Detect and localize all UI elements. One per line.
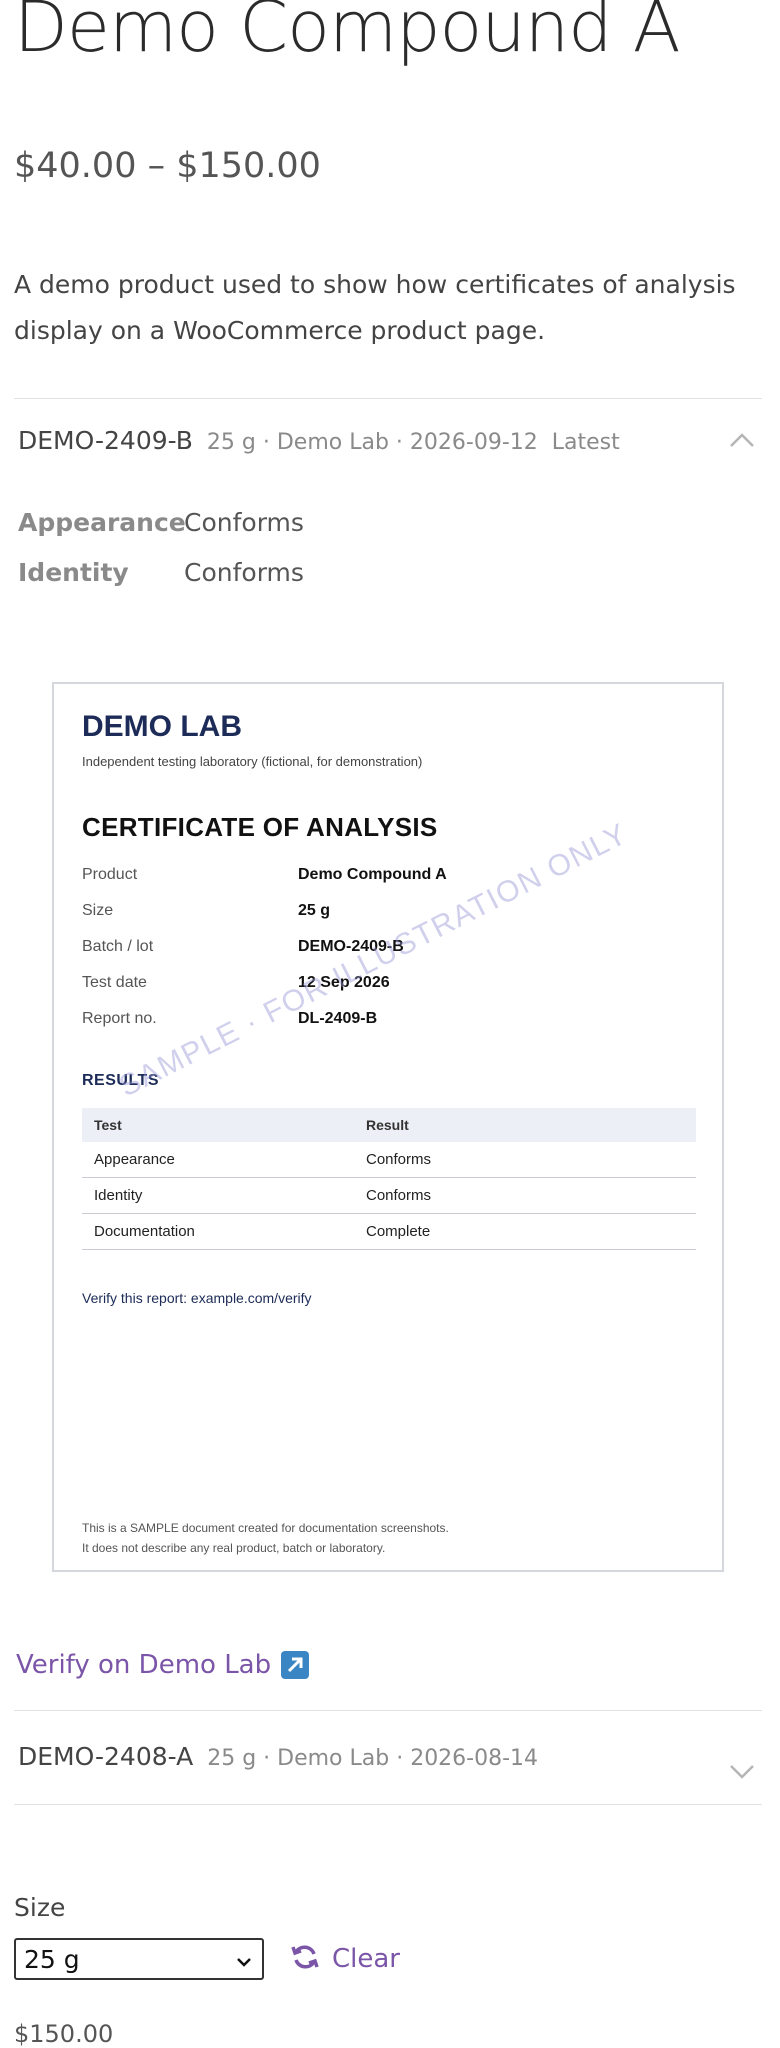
cert-table-row: Appearance Conforms [82,1142,696,1178]
cert-footer-line: This is a SAMPLE document created for do… [82,1521,449,1535]
certificate-preview[interactable]: DEMO LAB Independent testing laboratory … [52,682,724,1572]
cert-title: CERTIFICATE OF ANALYSIS [82,812,438,842]
result-value: Conforms [184,558,304,587]
cert-table-header-cell: Result [366,1117,409,1133]
result-row: Appearance Conforms [18,508,304,537]
cert-table-header-cell: Test [94,1117,122,1133]
batch-accordion-header[interactable]: DEMO-2409-B 25 g · Demo Lab · 2026-09-12… [18,426,620,466]
chevron-up-icon[interactable] [728,426,756,454]
cert-lab-subtitle: Independent testing laboratory (fictiona… [82,754,423,769]
result-label: Appearance [18,508,186,537]
cert-results-table: Test Result Appearance Conforms Identity… [82,1108,696,1250]
clear-label: Clear [332,1944,400,1974]
chevron-down-icon[interactable] [728,1758,756,1786]
batch-meta: 25 g · Demo Lab · 2026-08-14 [207,1746,539,1771]
cert-field: Product Demo Compound A [82,866,447,884]
cert-verify-text: Verify this report: example.com/verify [82,1290,312,1306]
batch-meta: 25 g · Demo Lab · 2026-09-12 [206,430,538,455]
result-value: Conforms [184,508,304,537]
cert-field: Size 25 g [82,902,330,920]
cert-table-cell: Identity [94,1187,143,1204]
cert-field-label: Size [82,902,114,919]
cert-field-label: Batch / lot [82,938,154,955]
refresh-icon [290,1942,320,1976]
product-page: Demo Compound A $40.00 – $150.00 A demo … [0,0,780,2048]
variation-price: $150.00 [14,2020,114,2048]
cert-table-cell: Appearance [94,1151,175,1168]
cert-table-cell: Conforms [366,1151,432,1168]
cert-footer-line: It does not describe any real product, b… [82,1541,386,1555]
cert-field-label: Test date [82,974,147,991]
cert-table-cell: Conforms [366,1187,432,1204]
latest-badge: Latest [551,430,620,455]
product-title: Demo Compound A [14,0,681,68]
clear-button[interactable]: Clear [290,1938,400,1980]
size-label: Size [14,1893,66,1922]
cert-table-cell: Complete [366,1223,431,1240]
divider [14,398,762,399]
cert-footer: This is a SAMPLE document created for do… [82,1518,449,1558]
size-select-value: 25 g [24,1944,80,1974]
cert-lab-name: DEMO LAB [82,710,242,743]
chevron-down-icon [234,1949,254,1978]
cert-table-row: Identity Conforms [82,1178,696,1214]
cert-field-value: Demo Compound A [298,866,447,883]
cert-table-header: Test Result [82,1108,696,1142]
divider [14,1710,762,1711]
batch-id: DEMO-2409-B [18,426,193,455]
batch-id: DEMO-2408-A [18,1742,194,1771]
size-select[interactable]: 25 g [14,1938,264,1980]
batch-accordion-header[interactable]: DEMO-2408-A 25 g · Demo Lab · 2026-08-14 [18,1742,538,1782]
verify-link-label: Verify on Demo Lab [16,1650,272,1680]
product-description: A demo product used to show how certific… [14,270,736,345]
cert-field-value: 25 g [298,902,331,919]
verify-link[interactable]: Verify on Demo Lab [16,1650,310,1680]
result-label: Identity [18,558,129,587]
cert-table-row: Documentation Complete [82,1214,696,1250]
divider [14,1804,762,1805]
cert-table-cell: Documentation [94,1223,195,1240]
external-link-icon [281,1651,310,1679]
result-row: Identity Conforms [18,558,304,587]
cert-field-label: Product [82,866,138,883]
price-range: $40.00 – $150.00 [14,146,321,186]
cert-field-value: DL-2409-B [298,1010,378,1027]
